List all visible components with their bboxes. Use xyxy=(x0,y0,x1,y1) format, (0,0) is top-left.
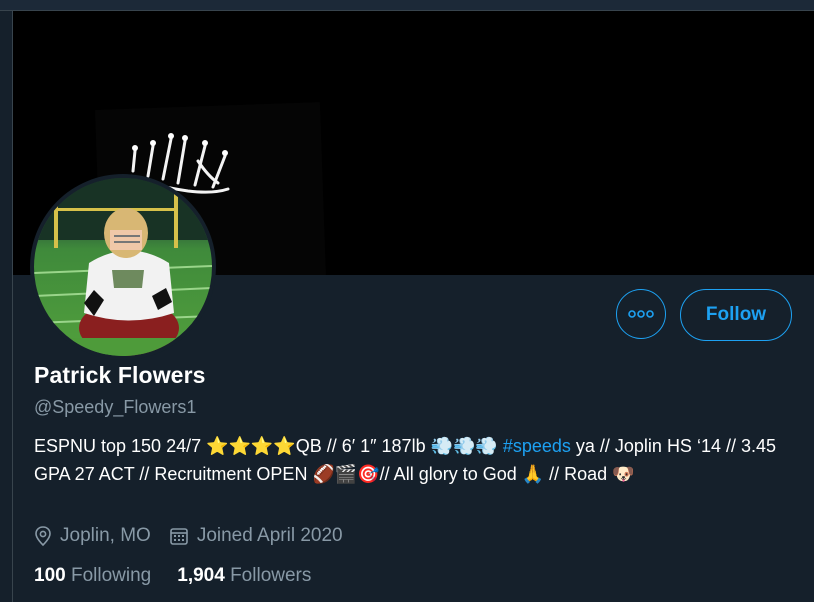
profile-meta: Joplin, MO Joined April 2020 xyxy=(34,525,361,547)
followers-label: Followers xyxy=(230,565,312,586)
follow-stats: 100 Following 1,904 Followers xyxy=(34,565,337,587)
followers-count: 1,904 xyxy=(177,565,225,586)
window-top-strip xyxy=(0,0,814,11)
following-link[interactable]: 100 Following xyxy=(34,565,151,587)
location-text: Joplin, MO xyxy=(60,525,151,546)
profile-bio: ESPNU top 150 24/7 ⭐⭐⭐⭐QB // 6′ 1″ 187lb… xyxy=(34,432,804,488)
following-label: Following xyxy=(70,565,152,586)
avatar-image xyxy=(34,178,212,356)
location-item: Joplin, MO xyxy=(34,525,151,547)
hashtag-link[interactable]: #speeds xyxy=(503,436,571,456)
avatar[interactable] xyxy=(30,174,216,360)
user-handle: @Speedy_Flowers1 xyxy=(34,397,197,417)
follow-button[interactable]: Follow xyxy=(680,289,792,341)
display-name: Patrick Flowers xyxy=(34,362,206,388)
joined-item: Joined April 2020 xyxy=(169,525,343,547)
following-count: 100 xyxy=(34,565,66,586)
followers-link[interactable]: 1,904 Followers xyxy=(177,565,311,587)
location-pin-icon xyxy=(35,526,51,546)
joined-text: Joined April 2020 xyxy=(196,525,343,546)
calendar-icon xyxy=(170,528,188,545)
more-dots-icon xyxy=(628,310,654,318)
more-options-button[interactable] xyxy=(616,289,666,339)
bio-text: ESPNU top 150 24/7 ⭐⭐⭐⭐QB // 6′ 1″ 187lb… xyxy=(34,436,503,456)
